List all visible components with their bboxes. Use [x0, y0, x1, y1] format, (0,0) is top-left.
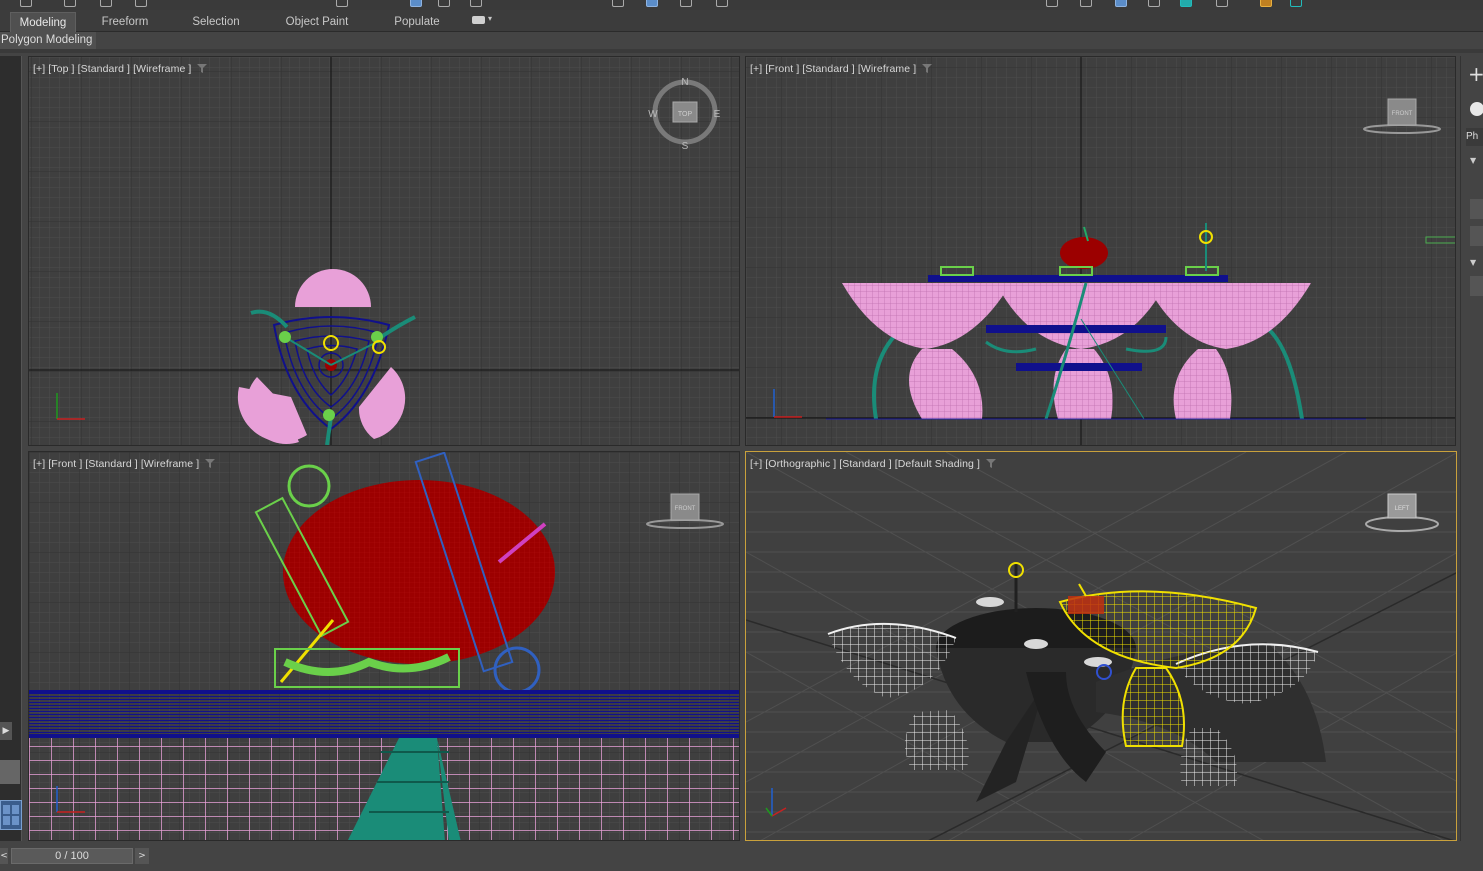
sphere-icon[interactable] [1470, 102, 1483, 116]
toolbar-icon[interactable] [470, 0, 482, 7]
chevron-down-icon[interactable]: ▼ [1470, 258, 1476, 267]
time-next-button[interactable]: > [135, 848, 149, 864]
svg-text:FRONT: FRONT [1392, 111, 1413, 117]
filter-icon[interactable] [205, 459, 216, 468]
toolbar-icon[interactable] [135, 0, 147, 7]
toolbar-icon[interactable] [612, 0, 624, 7]
toolbar-icon[interactable] [680, 0, 692, 7]
main-toolbar [0, 0, 1483, 10]
create-plus-icon[interactable]: + [1468, 64, 1483, 84]
viewport-label-front-a[interactable]: [+] [Front ] [Standard ] [Wireframe ] [750, 63, 933, 75]
viewport-front-b[interactable]: FRONT [+] [Front ] [Standard ] [Wirefram… [28, 451, 740, 841]
toolbar-icon[interactable] [1115, 0, 1127, 7]
toolbar-icon[interactable] [1148, 0, 1160, 7]
toolbar-icon[interactable] [1046, 0, 1058, 7]
time-slider[interactable]: 0 / 100 [11, 848, 133, 864]
toolbar-icon[interactable] [20, 0, 32, 7]
viewport-label-front-b[interactable]: [+] [Front ] [Standard ] [Wireframe ] [33, 458, 216, 470]
toolbar-icon[interactable] [1216, 0, 1228, 7]
chevron-down-icon[interactable]: ▾ [488, 14, 492, 23]
ortho-viewport-canvas: LEFT [746, 452, 1456, 840]
toolbar-icon[interactable] [646, 0, 658, 7]
viewport-front-a[interactable]: FRONT [+] [Front ] [Standard ] [Wirefram… [745, 56, 1456, 446]
polygon-modeling-label[interactable]: Polygon Modeling [0, 32, 97, 49]
filter-icon[interactable] [197, 64, 208, 73]
toolbar-icon[interactable] [716, 0, 728, 7]
svg-text:LEFT: LEFT [1395, 506, 1410, 512]
tab-populate[interactable]: Populate [380, 12, 454, 32]
time-slider-bar: < 0 / 100 > [0, 845, 1483, 871]
chevron-down-icon[interactable]: ▼ [1470, 156, 1476, 165]
toolbar-icon[interactable] [1080, 0, 1092, 7]
expand-arrow-icon[interactable]: ▶ [0, 722, 12, 740]
front-a-viewport-canvas: FRONT [746, 57, 1455, 445]
ribbon-panel-bar: Polygon Modeling [0, 32, 1483, 49]
tab-modeling[interactable]: Modeling [10, 12, 76, 32]
command-panel [1460, 56, 1483, 841]
toolbar-icon[interactable] [1180, 0, 1192, 7]
panel-button[interactable] [1470, 226, 1483, 246]
toolbar-icon[interactable] [336, 0, 348, 7]
svg-text:TOP: TOP [678, 111, 693, 118]
viewport-orthographic[interactable]: LEFT [+] [Orthographic ] [Standard ] [De… [745, 451, 1457, 841]
tab-freeform[interactable]: Freeform [88, 12, 162, 32]
ribbon-options-icon[interactable] [472, 16, 485, 24]
layout-grid-icon[interactable] [0, 800, 22, 830]
viewport-label-orthographic[interactable]: [+] [Orthographic ] [Standard ] [Default… [750, 458, 997, 470]
time-prev-button[interactable]: < [0, 848, 8, 864]
physical-tab[interactable]: Ph [1466, 128, 1483, 146]
filter-icon[interactable] [922, 64, 933, 73]
render-icon[interactable] [1260, 0, 1272, 7]
tab-selection[interactable]: Selection [178, 12, 254, 32]
dock-button[interactable] [0, 760, 20, 784]
toolbar-icon[interactable] [1290, 0, 1302, 7]
tab-object-paint[interactable]: Object Paint [272, 12, 362, 32]
toolbar-icon[interactable] [64, 0, 76, 7]
toolbar-icon[interactable] [438, 0, 450, 7]
front-b-viewport-canvas: FRONT [29, 452, 739, 840]
svg-text:S: S [682, 141, 689, 152]
app-window: Modeling Freeform Selection Object Paint… [0, 0, 1483, 871]
filter-icon[interactable] [986, 459, 997, 468]
panel-button[interactable] [1470, 199, 1483, 219]
viewport-label-top[interactable]: [+] [Top ] [Standard ] [Wireframe ] [33, 63, 208, 75]
ribbon-tab-bar: Modeling Freeform Selection Object Paint… [0, 10, 1483, 32]
select-object-icon[interactable] [410, 0, 422, 7]
svg-text:FRONT: FRONT [675, 506, 696, 512]
top-viewport-canvas: TOP N S E W [29, 57, 739, 445]
viewport-top[interactable]: TOP N S E W [+] [Top ] [Standard ] [Wire… [28, 56, 740, 446]
svg-text:N: N [681, 77, 688, 88]
panel-button[interactable] [1470, 276, 1483, 296]
svg-text:W: W [648, 109, 658, 120]
toolbar-icon[interactable] [100, 0, 112, 7]
svg-text:E: E [714, 109, 721, 120]
divider [0, 49, 1483, 53]
